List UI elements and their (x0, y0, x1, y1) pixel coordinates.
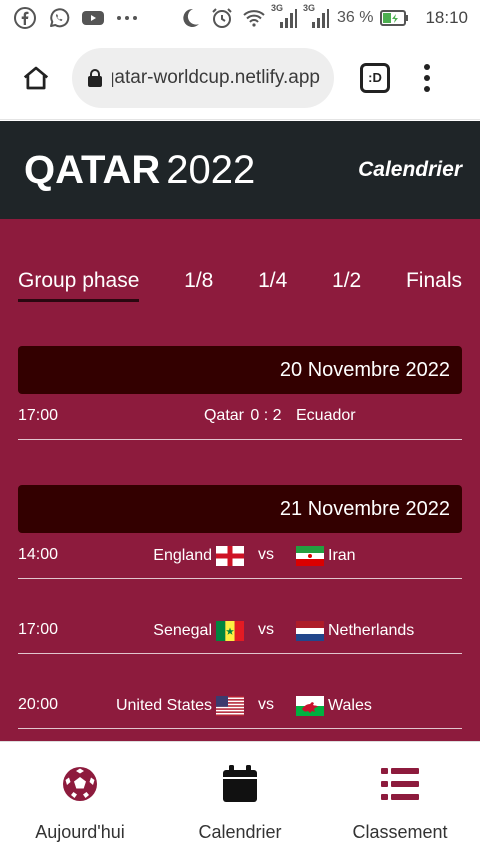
browser-toolbar: qatar-worldcup.netlify.app :D (0, 36, 480, 120)
tab-switcher-button[interactable]: :D (360, 62, 390, 93)
alarm-icon (209, 5, 235, 31)
phase-tabs: Group phase 1/8 1/4 1/2 Finals (18, 269, 462, 302)
match-time: 17:00 (18, 407, 59, 424)
tab-semi-finals[interactable]: 1/2 (332, 269, 361, 302)
nav-today-label: Aujourd'hui (35, 822, 125, 842)
youtube-icon (80, 5, 106, 31)
home-team-name: Senegal (153, 622, 212, 639)
home-team-name: Qatar (203, 407, 244, 424)
moon-icon (177, 5, 203, 31)
match-row[interactable]: 20:00 United States vs Wales (18, 683, 462, 729)
whatsapp-icon (46, 5, 72, 31)
away-team: Ecuador (296, 407, 356, 425)
signal-3g-icon: 3G (270, 3, 299, 31)
match-versus: vs (258, 546, 274, 563)
day-section: 21 Novembre 2022 14:00 England vs Iran 1… (18, 485, 462, 729)
tab-finals[interactable]: Finals (406, 269, 462, 302)
match-score: 0 : 2 (250, 407, 282, 424)
home-button[interactable] (14, 56, 58, 100)
away-team: Wales (296, 696, 372, 716)
tab-quarter-finals[interactable]: 1/4 (258, 269, 287, 302)
browser-menu-button[interactable] (422, 63, 432, 92)
facebook-icon (12, 5, 38, 31)
tab-round-of-16[interactable]: 1/8 (184, 269, 213, 302)
brand-year: 2022 (166, 147, 256, 192)
network-type-label: 3G (302, 3, 315, 13)
home-team: Senegal (153, 621, 244, 641)
flag-england-icon (216, 546, 244, 566)
clock: 18:10 (425, 8, 468, 27)
home-team: United States (116, 696, 244, 716)
match-time: 17:00 (18, 621, 59, 638)
nav-standings[interactable]: Classement (320, 742, 480, 854)
bottom-navigation: Aujourd'hui Calendrier Classement (0, 741, 480, 854)
match-row[interactable]: 17:00 Senegal vs Netherlands (18, 608, 462, 654)
away-team-name: Iran (328, 547, 356, 564)
date-label: 21 Novembre 2022 (279, 497, 450, 520)
match-versus: vs (258, 621, 274, 638)
signal-3g-icon: 3G (302, 3, 331, 31)
home-team: England (153, 546, 244, 566)
match-time: 14:00 (18, 546, 59, 563)
match-time: 20:00 (18, 696, 59, 713)
site-header: QATAR 2022 Calendrier (0, 121, 480, 219)
wifi-icon (241, 5, 267, 31)
battery-percent: 36 % (336, 9, 374, 26)
nav-standings-label: Classement (352, 822, 448, 842)
nav-calendar-label: Calendrier (198, 822, 282, 842)
site-logo[interactable]: QATAR 2022 (24, 148, 255, 193)
main-content: Group phase 1/8 1/4 1/2 Finals 20 Novemb… (0, 219, 480, 741)
home-team: Qatar (204, 407, 244, 425)
flag-wales-icon (296, 696, 324, 716)
away-team-name: Ecuador (296, 407, 356, 424)
address-bar[interactable]: qatar-worldcup.netlify.app (72, 47, 334, 108)
status-bar: 3G 3G 36 % 18:10 (0, 0, 480, 36)
away-team: Iran (296, 546, 356, 566)
header-calendar-link[interactable]: Calendrier (358, 158, 462, 182)
battery-charging-icon (379, 5, 409, 31)
home-icon (23, 66, 49, 89)
flag-iran-icon (296, 546, 324, 566)
flag-usa-icon (216, 696, 244, 716)
home-team-name: United States (115, 697, 212, 714)
network-type-label: 3G (270, 3, 283, 13)
lock-icon (88, 68, 102, 87)
flag-senegal-icon (216, 621, 244, 641)
soccer-ball-icon (60, 764, 100, 804)
day-section: 20 Novembre 2022 17:00 Qatar 0 : 2 Ecuad… (18, 346, 462, 440)
date-label: 20 Novembre 2022 (279, 358, 450, 381)
away-team: Netherlands (296, 621, 414, 641)
nav-today[interactable]: Aujourd'hui (0, 742, 160, 854)
tab-switcher-label: :D (368, 70, 382, 85)
away-team-name: Netherlands (328, 622, 415, 639)
match-row[interactable]: 17:00 Qatar 0 : 2 Ecuador (18, 394, 462, 440)
tab-group-phase[interactable]: Group phase (18, 269, 140, 302)
home-team-name: England (153, 547, 212, 564)
flag-netherlands-icon (296, 621, 324, 641)
match-versus: vs (258, 696, 274, 713)
nav-calendar[interactable]: Calendrier (160, 742, 320, 854)
brand-name: QATAR (24, 147, 161, 192)
calendar-icon (220, 764, 260, 804)
away-team-name: Wales (328, 697, 372, 714)
match-row[interactable]: 14:00 England vs Iran (18, 533, 462, 579)
more-dots-icon (114, 5, 140, 31)
url-text: qatar-worldcup.netlify.app (112, 66, 320, 88)
date-header: 20 Novembre 2022 (18, 346, 462, 394)
list-icon (380, 764, 420, 804)
date-header: 21 Novembre 2022 (18, 485, 462, 533)
